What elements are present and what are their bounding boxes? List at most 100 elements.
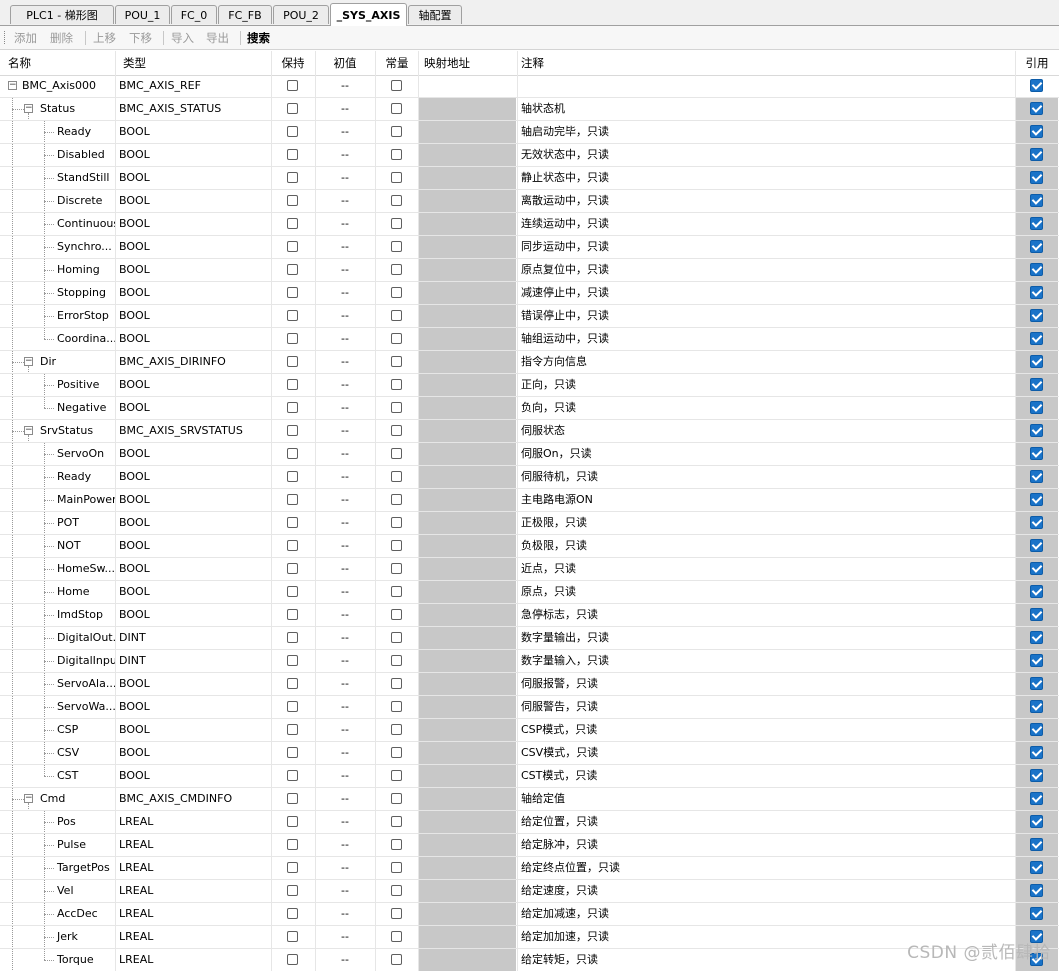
ref-cell[interactable]: [1016, 75, 1058, 97]
type-cell[interactable]: DINT: [119, 650, 269, 672]
name-cell[interactable]: Home: [0, 581, 115, 603]
retain-cell[interactable]: [272, 512, 314, 534]
retain-checkbox[interactable]: [287, 747, 298, 758]
const-cell[interactable]: [376, 880, 418, 902]
type-cell[interactable]: BOOL: [119, 765, 269, 787]
const-cell[interactable]: [376, 926, 418, 948]
const-checkbox[interactable]: [391, 701, 402, 712]
retain-checkbox[interactable]: [287, 448, 298, 459]
const-cell[interactable]: [376, 167, 418, 189]
type-cell[interactable]: BOOL: [119, 489, 269, 511]
const-checkbox[interactable]: [391, 816, 402, 827]
type-cell[interactable]: BOOL: [119, 604, 269, 626]
ref-checkbox[interactable]: [1030, 240, 1043, 253]
comment-cell[interactable]: 伺服状态: [521, 420, 1001, 442]
tab-axis-config[interactable]: 轴配置: [408, 5, 462, 24]
column-header-type[interactable]: 类型: [115, 51, 270, 75]
ref-cell[interactable]: [1016, 627, 1058, 649]
type-cell[interactable]: BOOL: [119, 719, 269, 741]
name-cell[interactable]: HomeSw...: [0, 558, 115, 580]
init-value-cell[interactable]: --: [316, 926, 374, 948]
table-row[interactable]: Ready BOOL -- 伺服待机，只读: [0, 466, 1059, 489]
init-value-cell[interactable]: --: [316, 696, 374, 718]
column-header-retain[interactable]: 保持: [272, 51, 314, 75]
name-cell[interactable]: Coordina...: [0, 328, 115, 350]
const-checkbox[interactable]: [391, 149, 402, 160]
table-row[interactable]: ErrorStop BOOL -- 错误停止中，只读: [0, 305, 1059, 328]
ref-checkbox[interactable]: [1030, 861, 1043, 874]
table-row[interactable]: CST BOOL -- CST模式，只读: [0, 765, 1059, 788]
collapse-toggle-icon[interactable]: −: [24, 104, 33, 113]
ref-cell[interactable]: [1016, 696, 1058, 718]
retain-checkbox[interactable]: [287, 195, 298, 206]
table-row[interactable]: Discrete BOOL -- 离散运动中，只读: [0, 190, 1059, 213]
retain-cell[interactable]: [272, 351, 314, 373]
table-row[interactable]: Pos LREAL -- 给定位置，只读: [0, 811, 1059, 834]
retain-cell[interactable]: [272, 558, 314, 580]
ref-checkbox[interactable]: [1030, 493, 1043, 506]
ref-checkbox[interactable]: [1030, 539, 1043, 552]
retain-checkbox[interactable]: [287, 816, 298, 827]
table-row[interactable]: − Dir BMC_AXIS_DIRINFO -- 指令方向信息: [0, 351, 1059, 374]
ref-checkbox[interactable]: [1030, 171, 1043, 184]
import-button[interactable]: 导入: [171, 30, 194, 46]
const-cell[interactable]: [376, 696, 418, 718]
name-cell[interactable]: Stopping: [0, 282, 115, 304]
retain-checkbox[interactable]: [287, 540, 298, 551]
type-cell[interactable]: BOOL: [119, 673, 269, 695]
tab-sys-axis[interactable]: _SYS_AXIS: [330, 3, 407, 26]
retain-checkbox[interactable]: [287, 885, 298, 896]
init-value-cell[interactable]: --: [316, 259, 374, 281]
retain-cell[interactable]: [272, 190, 314, 212]
ref-checkbox[interactable]: [1030, 608, 1043, 621]
retain-cell[interactable]: [272, 719, 314, 741]
ref-checkbox[interactable]: [1030, 79, 1043, 92]
init-value-cell[interactable]: --: [316, 466, 374, 488]
name-cell[interactable]: ServoOn: [0, 443, 115, 465]
init-value-cell[interactable]: --: [316, 765, 374, 787]
const-cell[interactable]: [376, 627, 418, 649]
init-value-cell[interactable]: --: [316, 489, 374, 511]
retain-checkbox[interactable]: [287, 770, 298, 781]
init-value-cell[interactable]: --: [316, 351, 374, 373]
column-header-map[interactable]: 映射地址: [416, 51, 516, 75]
type-cell[interactable]: LREAL: [119, 880, 269, 902]
const-cell[interactable]: [376, 581, 418, 603]
retain-checkbox[interactable]: [287, 126, 298, 137]
ref-cell[interactable]: [1016, 880, 1058, 902]
retain-cell[interactable]: [272, 834, 314, 856]
table-row[interactable]: Continuous BOOL -- 连续运动中，只读: [0, 213, 1059, 236]
init-value-cell[interactable]: --: [316, 581, 374, 603]
name-cell[interactable]: Disabled: [0, 144, 115, 166]
comment-cell[interactable]: 无效状态中，只读: [521, 144, 1001, 166]
init-value-cell[interactable]: --: [316, 742, 374, 764]
table-row[interactable]: CSV BOOL -- CSV模式，只读: [0, 742, 1059, 765]
comment-cell[interactable]: 原点复位中，只读: [521, 259, 1001, 281]
retain-cell[interactable]: [272, 121, 314, 143]
comment-cell[interactable]: 伺服待机，只读: [521, 466, 1001, 488]
ref-cell[interactable]: [1016, 811, 1058, 833]
comment-cell[interactable]: [521, 75, 1001, 97]
type-cell[interactable]: LREAL: [119, 857, 269, 879]
name-cell[interactable]: TargetPos: [0, 857, 115, 879]
table-row[interactable]: − Cmd BMC_AXIS_CMDINFO -- 轴给定值: [0, 788, 1059, 811]
init-value-cell[interactable]: --: [316, 903, 374, 925]
ref-cell[interactable]: [1016, 305, 1058, 327]
retain-cell[interactable]: [272, 420, 314, 442]
table-row[interactable]: ImdStop BOOL -- 急停标志，只读: [0, 604, 1059, 627]
const-checkbox[interactable]: [391, 885, 402, 896]
name-cell[interactable]: Jerk: [0, 926, 115, 948]
retain-cell[interactable]: [272, 857, 314, 879]
retain-cell[interactable]: [272, 443, 314, 465]
type-cell[interactable]: BOOL: [119, 328, 269, 350]
retain-checkbox[interactable]: [287, 103, 298, 114]
const-checkbox[interactable]: [391, 609, 402, 620]
retain-checkbox[interactable]: [287, 379, 298, 390]
name-cell[interactable]: ServoWa...: [0, 696, 115, 718]
retain-cell[interactable]: [272, 328, 314, 350]
tab-plc1-ladder[interactable]: PLC1 - 梯形图: [10, 5, 114, 24]
retain-checkbox[interactable]: [287, 425, 298, 436]
init-value-cell[interactable]: --: [316, 811, 374, 833]
const-checkbox[interactable]: [391, 862, 402, 873]
init-value-cell[interactable]: --: [316, 719, 374, 741]
